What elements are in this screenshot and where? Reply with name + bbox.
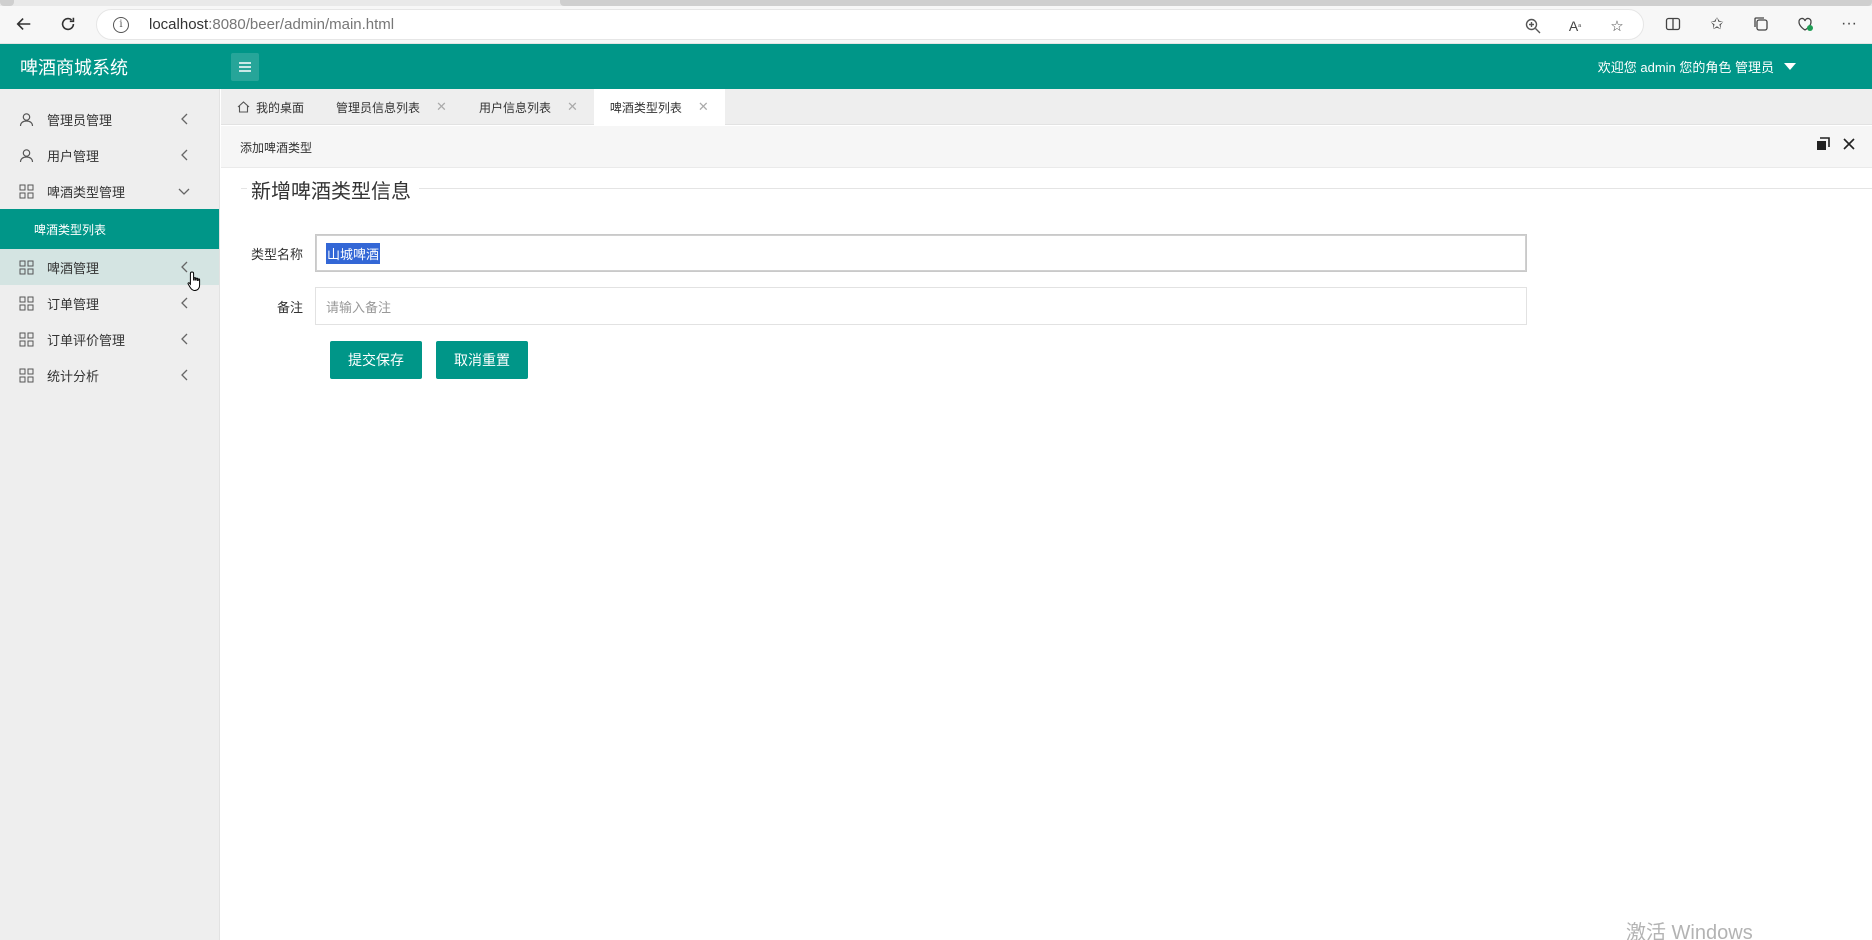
- tab-user-list[interactable]: 用户信息列表 ✕: [463, 89, 594, 125]
- reload-icon: [61, 17, 75, 31]
- form-legend: 新增啤酒类型信息: [247, 175, 419, 204]
- caret-down-icon: [1784, 63, 1796, 70]
- grid-icon: [18, 367, 34, 383]
- home-icon: [237, 101, 250, 113]
- sidebar-item-order-reviews[interactable]: 订单评价管理: [0, 321, 219, 357]
- chevron-left-icon: [177, 368, 191, 382]
- type-name-label: 类型名称: [250, 246, 303, 262]
- hand-cursor-icon: [187, 271, 201, 292]
- sidebar-item-label: 啤酒类型管理: [47, 184, 126, 200]
- app-header: 啤酒商城系统 欢迎您 admin 您的角色 管理员: [0, 44, 1872, 89]
- browser-essentials-icon[interactable]: [1794, 13, 1816, 35]
- restore-icon[interactable]: [1816, 137, 1830, 154]
- cancel-reset-button[interactable]: 取消重置: [436, 341, 528, 379]
- favorite-star-icon[interactable]: ☆: [1607, 16, 1627, 36]
- back-button[interactable]: [12, 12, 36, 36]
- grid-icon: [18, 183, 34, 199]
- collections-icon[interactable]: [1750, 13, 1772, 35]
- more-options-icon[interactable]: ···: [1838, 13, 1860, 35]
- chevron-left-icon: [177, 112, 191, 126]
- close-icon[interactable]: ✕: [698, 99, 709, 115]
- browser-toolbar: i localhost:8080/beer/admin/main.html Aᵃ…: [0, 0, 1872, 44]
- remark-label: 备注: [276, 299, 303, 315]
- split-screen-icon[interactable]: [1662, 13, 1684, 35]
- tab-label: 我的桌面: [256, 100, 305, 115]
- sidebar-item-label: 订单管理: [47, 296, 100, 312]
- type-name-value: 山城啤酒: [326, 242, 381, 264]
- form-fieldset: 新增啤酒类型信息: [241, 175, 1872, 204]
- tab-beer-type-list[interactable]: 啤酒类型列表 ✕: [593, 89, 725, 125]
- chevron-down-icon: [177, 184, 191, 198]
- read-aloud-icon[interactable]: Aᵃ: [1565, 16, 1585, 36]
- tab-admin-list[interactable]: 管理员信息列表 ✕: [320, 89, 463, 125]
- submit-save-button[interactable]: 提交保存: [330, 341, 422, 379]
- app-title: 啤酒商城系统: [20, 58, 128, 78]
- close-icon[interactable]: ✕: [436, 99, 447, 115]
- chevron-left-icon: [177, 148, 191, 162]
- remark-input[interactable]: 请输入备注: [315, 287, 1527, 325]
- remark-placeholder: 请输入备注: [326, 299, 392, 315]
- sidebar-subitem-beer-type-list[interactable]: 啤酒类型列表: [0, 209, 219, 249]
- menu-toggle-button[interactable]: [231, 53, 259, 81]
- reload-button[interactable]: [56, 12, 80, 36]
- user-icon: [18, 147, 34, 163]
- grid-icon: [18, 259, 34, 275]
- browser-tabstrip: [0, 0, 1872, 6]
- zoom-icon[interactable]: [1523, 16, 1543, 36]
- chevron-left-icon: [177, 332, 191, 346]
- sidebar-item-label: 用户管理: [47, 148, 100, 164]
- tab-label: 啤酒类型列表: [609, 100, 682, 115]
- close-icon[interactable]: [1842, 137, 1856, 154]
- arrow-left-icon: [16, 18, 31, 30]
- address-bar[interactable]: i localhost:8080/beer/admin/main.html Aᵃ…: [96, 9, 1644, 40]
- type-name-input[interactable]: 山城啤酒: [315, 234, 1527, 272]
- sidebar-item-label: 管理员管理: [47, 112, 113, 128]
- hamburger-icon: [239, 62, 251, 72]
- sidebar-item-label: 统计分析: [47, 368, 100, 384]
- tab-label: 用户信息列表: [478, 100, 551, 115]
- form-row-name: 类型名称 山城啤酒: [241, 234, 1527, 272]
- sidebar-item-beer-type[interactable]: 啤酒类型管理: [0, 173, 219, 209]
- windows-activation-watermark: 激活 Windows: [1626, 922, 1753, 940]
- close-icon[interactable]: ✕: [567, 99, 578, 115]
- sidebar-item-users[interactable]: 用户管理: [0, 137, 219, 173]
- user-menu[interactable]: 欢迎您 admin 您的角色 管理员: [1598, 57, 1796, 76]
- user-greeting: 欢迎您 admin 您的角色 管理员: [1597, 60, 1774, 75]
- sidebar-item-admin[interactable]: 管理员管理: [0, 101, 219, 137]
- grid-icon: [18, 295, 34, 311]
- dialog-header: 添加啤酒类型: [221, 126, 1872, 168]
- sidebar-item-label: 啤酒管理: [47, 260, 100, 276]
- dialog-title: 添加啤酒类型: [240, 141, 313, 155]
- page-tabs: 我的桌面 管理员信息列表 ✕ 用户信息列表 ✕ 啤酒类型列表 ✕: [221, 89, 1872, 125]
- grid-icon: [18, 331, 34, 347]
- url-text[interactable]: localhost:8080/beer/admin/main.html: [149, 16, 394, 33]
- tab-label: 管理员信息列表: [336, 100, 421, 115]
- chevron-left-icon: [177, 296, 191, 310]
- info-icon[interactable]: i: [113, 16, 129, 33]
- sidebar-item-statistics[interactable]: 统计分析: [0, 357, 219, 393]
- sidebar-item-label: 订单评价管理: [47, 332, 126, 348]
- form-row-remark: 备注 请输入备注: [241, 287, 1527, 325]
- tab-desktop[interactable]: 我的桌面: [221, 89, 320, 125]
- user-icon: [18, 111, 34, 127]
- favorites-icon[interactable]: ✩: [1706, 13, 1728, 35]
- sidebar: 管理员管理 用户管理 啤酒类型管理 啤酒类型列表 啤酒管理 订单管理 订单评价管…: [0, 89, 220, 940]
